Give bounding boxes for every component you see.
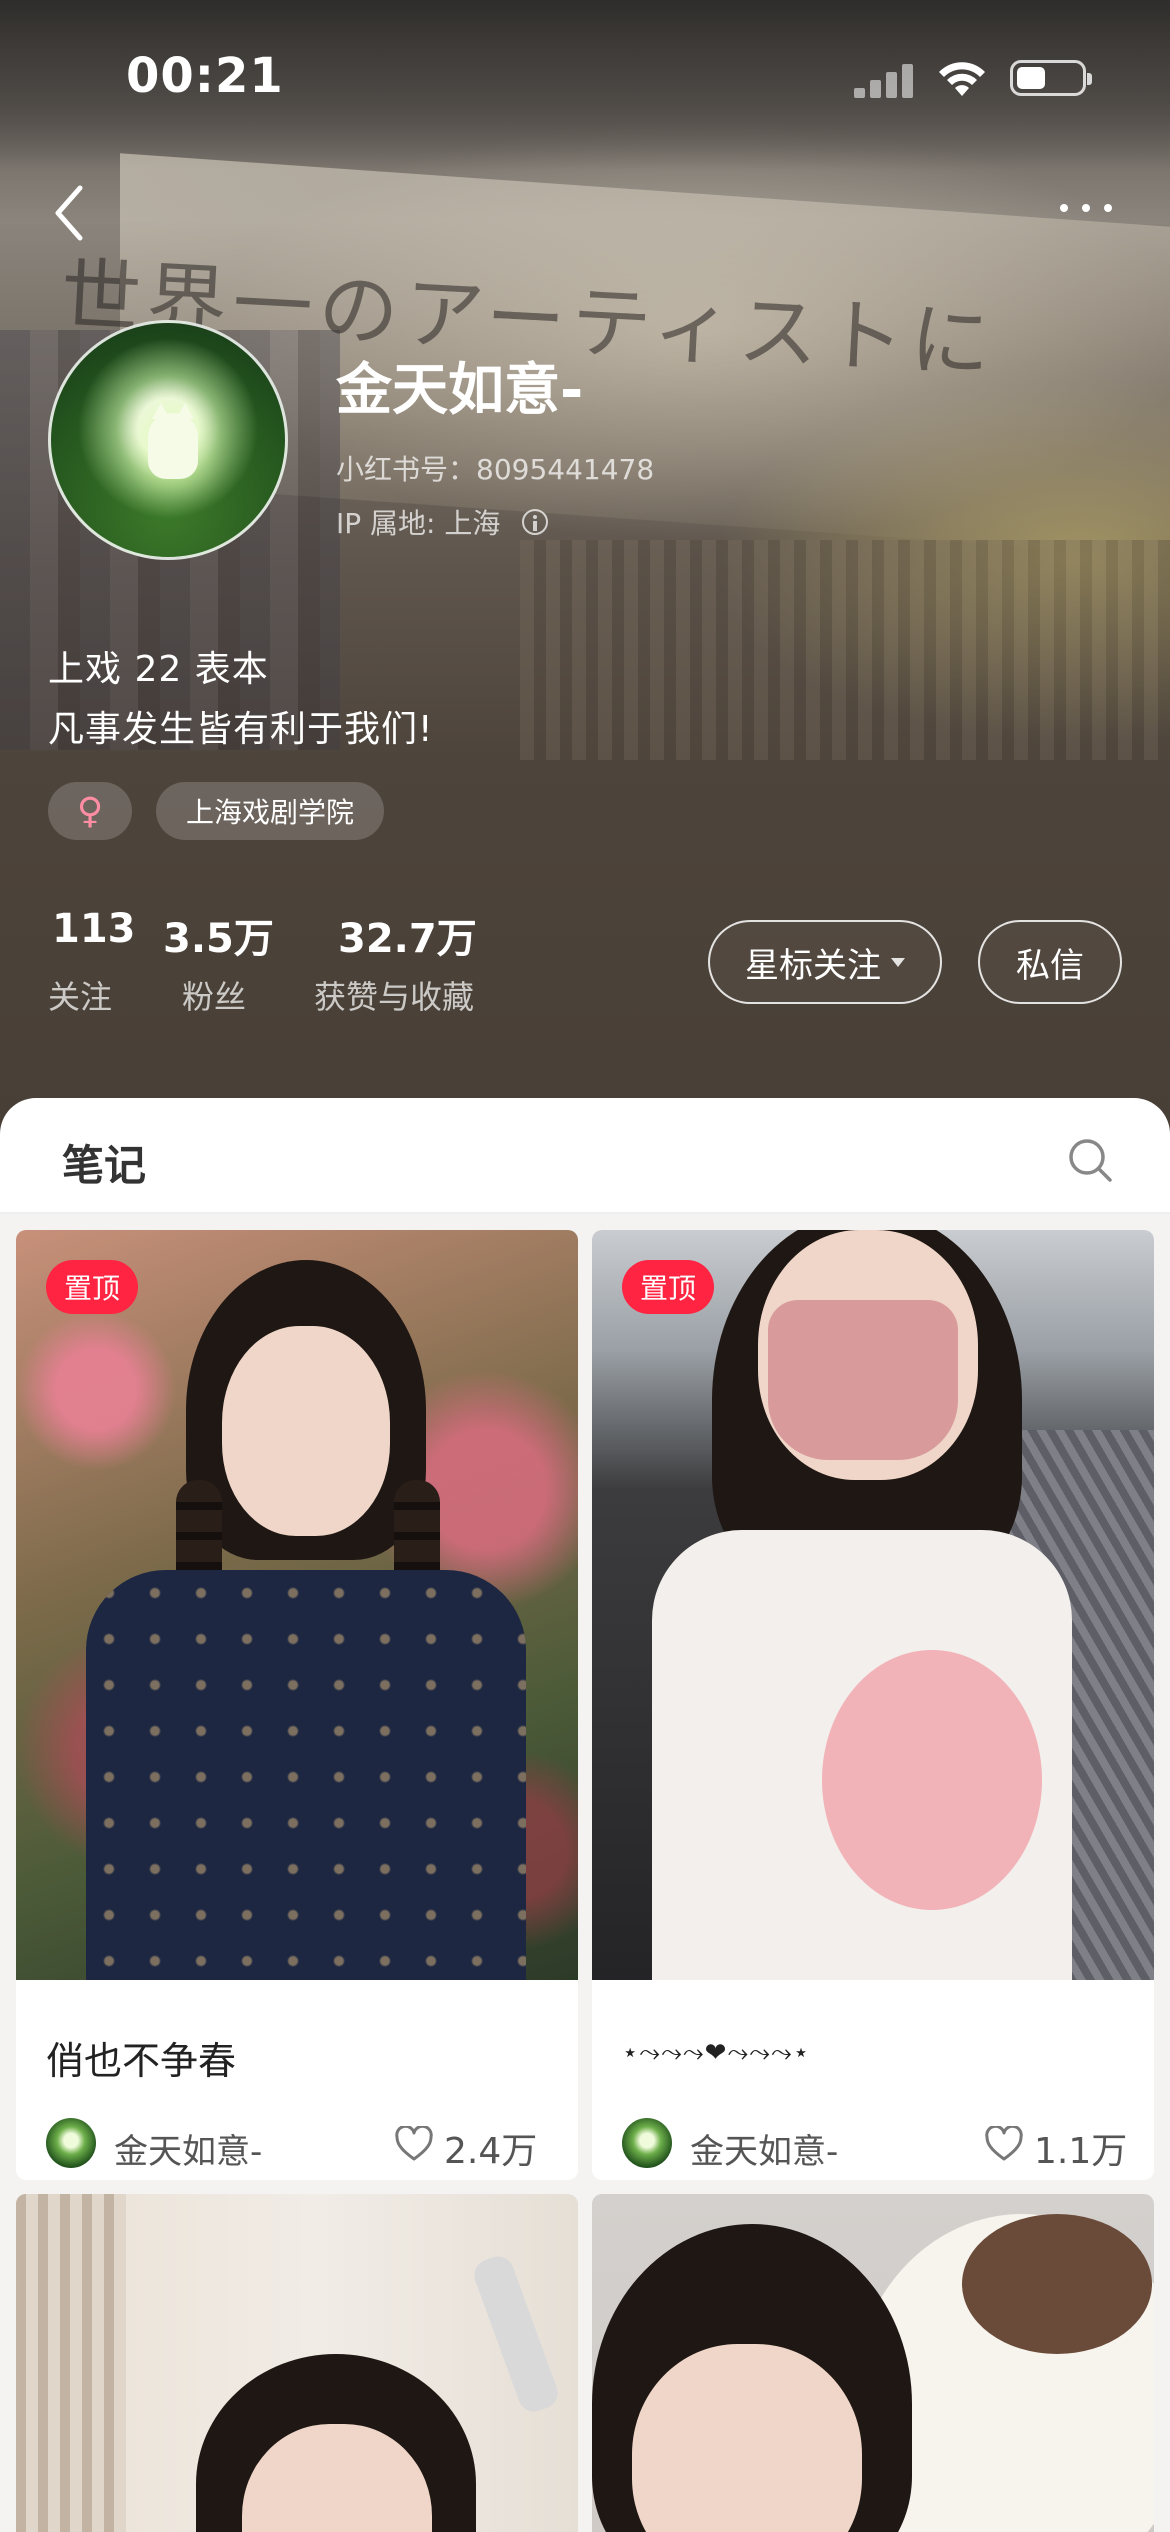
background-books (520, 540, 1170, 760)
more-dots-icon[interactable] (1058, 196, 1118, 220)
note-cover-image (592, 2194, 1154, 2532)
notes-tab[interactable]: 笔记 (62, 1132, 146, 1193)
note-title: ⋆⤳⤳⤳❤︎⤳⤳⤳⋆ (622, 2038, 811, 2068)
author-avatar[interactable] (46, 2118, 96, 2168)
back-chevron-icon[interactable] (44, 180, 100, 246)
heart-outline-icon[interactable] (394, 2126, 434, 2162)
message-button[interactable]: 私信 (978, 920, 1122, 1004)
star-follow-button[interactable]: 星标关注 (708, 920, 942, 1004)
status-bar: 00:21 (0, 0, 1170, 150)
note-cover-image (16, 2194, 578, 2532)
red-id[interactable]: 小红书号：8095441478 (336, 448, 654, 488)
likes-collects-count[interactable]: 32.7万 (338, 906, 477, 964)
avatar-cat-illustration (148, 403, 198, 479)
note-card[interactable]: 置顶 俏也不争春 金天如意- 2.4万 (16, 1230, 578, 2180)
like-count: 2.4万 (444, 2131, 538, 2172)
pinned-badge: 置顶 (46, 1260, 139, 1314)
notes-header: 笔记 (0, 1098, 1170, 1214)
school-tag[interactable]: 上海戏剧学院 (156, 782, 384, 840)
following-label[interactable]: 关注 (48, 972, 112, 1018)
note-cover-image (592, 1230, 1154, 1980)
pinned-badge: 置顶 (622, 1260, 715, 1314)
note-card[interactable] (592, 2194, 1154, 2532)
note-card[interactable] (16, 2194, 578, 2532)
like-count: 1.1万 (1034, 2131, 1128, 2172)
wifi-icon (939, 62, 985, 96)
search-icon[interactable] (1066, 1136, 1114, 1184)
profile-name: 金天如意- (336, 358, 584, 423)
signal-icon (854, 62, 916, 98)
author-avatar[interactable] (622, 2118, 672, 2168)
ip-location: IP 属地: 上海 (336, 502, 549, 542)
bio-line-1: 上戏 22 表本 (48, 649, 269, 690)
following-count[interactable]: 113 (52, 906, 136, 952)
avatar[interactable] (48, 320, 288, 560)
battery-icon (1010, 60, 1092, 96)
star-follow-label: 星标关注 (745, 945, 881, 986)
likes-collects-label[interactable]: 获赞与收藏 (314, 972, 474, 1018)
followers-count[interactable]: 3.5万 (163, 906, 274, 964)
author-name[interactable]: 金天如意- (114, 2124, 262, 2173)
status-time: 00:21 (126, 48, 284, 104)
note-cover-image (16, 1230, 578, 1980)
note-title: 俏也不争春 (46, 2039, 237, 2083)
caret-down-icon (891, 957, 905, 967)
heart-outline-icon[interactable] (984, 2126, 1024, 2162)
female-gender-icon: ♀ (76, 790, 104, 832)
author-name[interactable]: 金天如意- (690, 2124, 838, 2173)
followers-label[interactable]: 粉丝 (182, 972, 246, 1018)
note-card[interactable]: 置顶 ⋆⤳⤳⤳❤︎⤳⤳⤳⋆ 金天如意- 1.1万 (592, 1230, 1154, 2180)
gender-tag: ♀ (48, 782, 132, 840)
bio-line-2: 凡事发生皆有利于我们! (48, 709, 434, 750)
ip-location-text: IP 属地: 上海 (336, 507, 501, 540)
info-icon[interactable] (522, 509, 549, 535)
